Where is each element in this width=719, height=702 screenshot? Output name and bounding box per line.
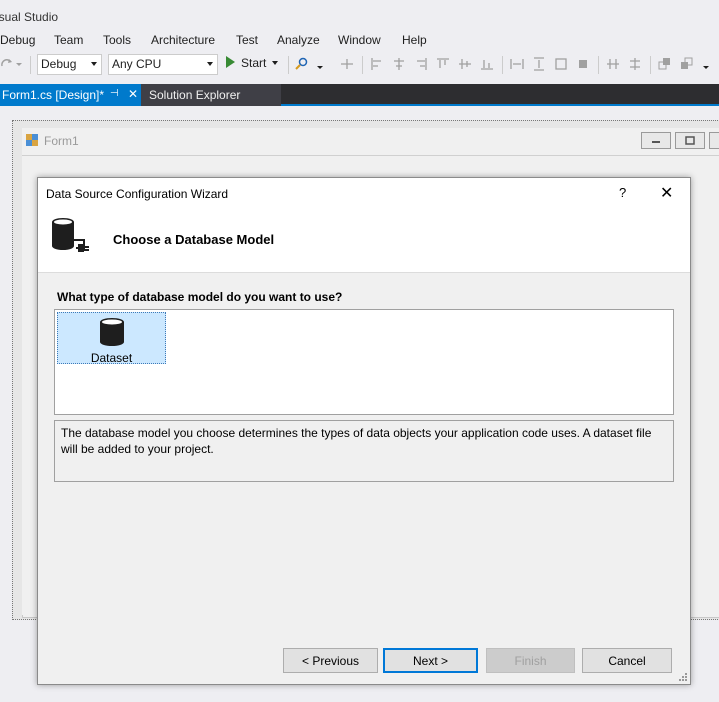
- finish-button: Finish: [486, 648, 575, 673]
- wizard-page-heading: Choose a Database Model: [113, 232, 275, 247]
- dialog-title-bar: Data Source Configuration Wizard ? ✕: [38, 178, 690, 208]
- configuration-value: Debug: [41, 57, 77, 71]
- platform-value: Any CPU: [112, 57, 162, 71]
- form-title-bar: Form1: [22, 128, 719, 156]
- form-maximize-button: [675, 132, 705, 149]
- menu-help[interactable]: Help: [402, 33, 427, 47]
- start-button[interactable]: Start: [226, 56, 279, 74]
- toolbar-separator: [598, 56, 599, 74]
- toolbar-separator: [650, 56, 651, 74]
- menu-debug[interactable]: Debug: [0, 33, 35, 47]
- chevron-down-icon: [207, 62, 213, 66]
- model-description: The database model you choose determines…: [54, 420, 674, 482]
- align-centers-icon[interactable]: [392, 57, 406, 71]
- bring-to-front-icon[interactable]: [658, 57, 672, 71]
- make-same-width-icon[interactable]: [510, 57, 524, 71]
- close-tab-icon[interactable]: ✕: [128, 87, 138, 101]
- horizontal-spacing-icon[interactable]: [606, 57, 620, 71]
- cancel-button[interactable]: Cancel: [582, 648, 672, 673]
- database-connection-icon: [52, 218, 89, 252]
- redo-dropdown-icon[interactable]: [15, 57, 23, 71]
- help-icon[interactable]: ?: [619, 185, 626, 200]
- previous-button[interactable]: < Previous: [283, 648, 378, 673]
- menu-test[interactable]: Test: [236, 33, 258, 47]
- tab-form1-design[interactable]: Form1.cs [Design]* ⊣ ✕: [0, 84, 141, 106]
- make-same-size-icon[interactable]: [576, 57, 590, 71]
- solution-configuration-select[interactable]: Debug: [37, 54, 102, 75]
- align-middles-icon[interactable]: [458, 57, 472, 71]
- redo-icon[interactable]: [0, 57, 14, 71]
- toolbar-separator: [362, 56, 363, 74]
- dataset-icon: [100, 318, 124, 346]
- form-icon: [26, 134, 38, 146]
- size-to-grid-icon[interactable]: [554, 57, 568, 71]
- start-label: Start: [241, 56, 267, 70]
- resize-grip-icon[interactable]: [678, 672, 688, 682]
- title-bar: isual Studio: [0, 0, 719, 30]
- header-divider: [38, 272, 690, 273]
- toolbar-separator: [502, 56, 503, 74]
- align-bottoms-icon[interactable]: [480, 57, 494, 71]
- pin-icon[interactable]: ⊣: [110, 88, 119, 99]
- tab-label: Form1.cs [Design]*: [2, 88, 105, 102]
- next-button[interactable]: Next >: [383, 648, 478, 673]
- align-tops-icon[interactable]: [436, 57, 450, 71]
- maximize-icon: [685, 136, 695, 145]
- menu-bar: Debug Team Tools Architecture Test Analy…: [0, 30, 719, 52]
- align-rights-icon[interactable]: [414, 57, 428, 71]
- align-lefts-icon[interactable]: [370, 57, 384, 71]
- vertical-spacing-icon[interactable]: [628, 57, 642, 71]
- model-option-dataset[interactable]: Dataset: [57, 312, 166, 365]
- model-question-label: What type of database model do you want …: [57, 290, 343, 304]
- document-tab-strip: Form1.cs [Design]* ⊣ ✕ Solution Explorer: [0, 84, 719, 106]
- minimize-icon: [652, 141, 660, 143]
- database-model-list[interactable]: Dataset: [54, 309, 674, 415]
- chevron-down-icon: [272, 61, 279, 65]
- tab-solution-explorer[interactable]: Solution Explorer: [141, 84, 281, 106]
- dialog-title: Data Source Configuration Wizard: [46, 187, 229, 201]
- solution-platform-select[interactable]: Any CPU: [108, 54, 218, 75]
- app-title: isual Studio: [0, 10, 59, 24]
- dialog-header: Choose a Database Model: [38, 208, 690, 272]
- toolbar-overflow-icon[interactable]: [316, 57, 324, 71]
- menu-window[interactable]: Window: [338, 33, 381, 47]
- menu-architecture[interactable]: Architecture: [151, 33, 215, 47]
- make-same-height-icon[interactable]: [532, 57, 546, 71]
- align-to-grid-icon[interactable]: [340, 57, 354, 71]
- play-icon: [226, 56, 235, 68]
- chevron-down-icon: [91, 62, 97, 66]
- menu-team[interactable]: Team: [54, 33, 83, 47]
- model-option-label: Dataset: [90, 351, 133, 365]
- toolbar-separator: [288, 56, 289, 74]
- tab-label: Solution Explorer: [149, 88, 241, 102]
- send-to-back-icon[interactable]: [680, 57, 694, 71]
- toolbar: Debug Any CPU Start: [0, 52, 719, 78]
- toolbar-overflow-icon[interactable]: [702, 57, 710, 71]
- form-close-button: [709, 132, 719, 149]
- find-in-files-icon[interactable]: [295, 57, 309, 71]
- data-source-wizard-dialog: Data Source Configuration Wizard ? ✕ Cho…: [37, 177, 691, 685]
- close-icon[interactable]: ✕: [660, 183, 673, 203]
- menu-tools[interactable]: Tools: [103, 33, 131, 47]
- form-minimize-button: [641, 132, 671, 149]
- menu-analyze[interactable]: Analyze: [277, 33, 320, 47]
- toolbar-separator: [30, 56, 31, 74]
- form-title: Form1: [44, 134, 79, 148]
